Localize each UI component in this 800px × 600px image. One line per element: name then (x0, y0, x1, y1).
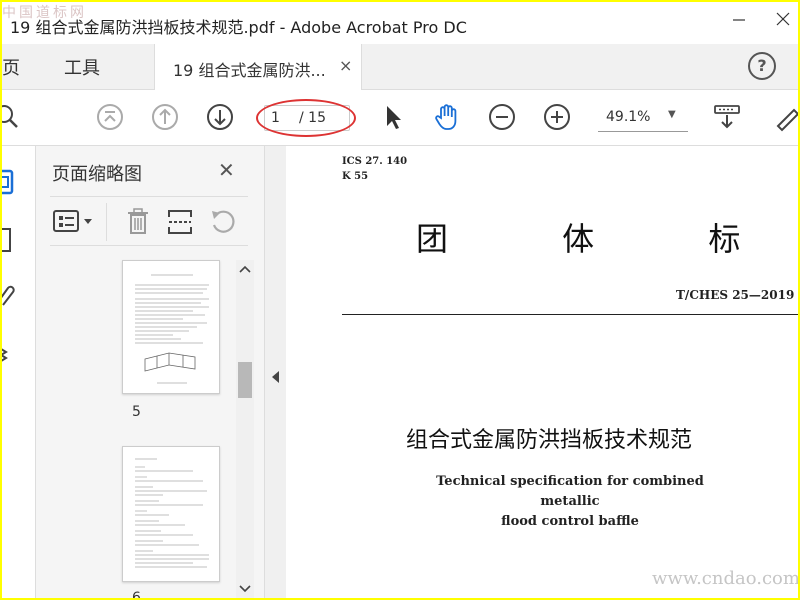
panel-scrollbar[interactable] (236, 260, 254, 598)
scroll-up-icon[interactable] (239, 264, 251, 274)
scroll-down-icon[interactable] (239, 584, 251, 594)
doc-k-code: K 55 (342, 171, 369, 182)
thumbnails-icon[interactable] (2, 168, 16, 196)
page-thumbnail-5[interactable] (122, 260, 220, 394)
bookmark-icon[interactable] (2, 226, 16, 254)
thumbnail-label-6: 6 (132, 590, 141, 598)
doc-category: 团 体 标 准 (416, 220, 798, 258)
watermark-bottom: www.cndao.com (652, 568, 798, 589)
doc-standard-number: T/CHES 25—2019 (676, 288, 795, 302)
options-icon[interactable] (52, 209, 96, 235)
page-up-icon[interactable] (150, 102, 180, 132)
title-bar: 中国道标网 19 组合式金属防洪挡板技术规范.pdf - Adobe Acrob… (2, 2, 798, 44)
minimize-icon[interactable] (730, 10, 748, 28)
annotate-icon[interactable] (774, 102, 798, 132)
document-page: ICS 27. 140 K 55 团 体 标 准 T/CHES 25—2019 … (286, 146, 798, 598)
thumbnail-panel: 页面缩略图 ✕ 5 6 (36, 146, 264, 598)
panel-collapse-handle[interactable] (264, 146, 286, 598)
attachment-icon[interactable] (2, 280, 16, 308)
close-icon[interactable] (774, 10, 792, 28)
select-arrow-icon[interactable] (378, 102, 408, 132)
chevron-down-icon: ▼ (668, 109, 676, 120)
tab-bar: 主页 工具 19 组合式金属防洪... × ? (2, 44, 798, 90)
tab-document[interactable]: 19 组合式金属防洪... × (154, 44, 362, 90)
page-thumbnail-6[interactable] (122, 446, 220, 582)
page-down-icon[interactable] (205, 102, 235, 132)
doc-divider (342, 314, 798, 315)
doc-ics: ICS 27. 140 K 55 (342, 154, 407, 184)
zoom-select[interactable]: 49.1% ▼ (598, 104, 688, 132)
doc-ics-code: ICS 27. 140 (342, 156, 408, 167)
doc-title-en-line2: flood control baffle (501, 514, 639, 529)
tab-document-label: 19 组合式金属防洪... (173, 61, 326, 80)
layers-icon[interactable] (2, 340, 16, 368)
thumbnail-label-5: 5 (132, 404, 141, 420)
tab-close-icon[interactable]: × (339, 56, 352, 75)
panel-title: 页面缩略图 (52, 164, 142, 185)
doc-title-en-line1: Technical specification for combined met… (436, 474, 704, 509)
tab-tools[interactable]: 工具 (64, 54, 100, 80)
panel-close-icon[interactable]: ✕ (218, 158, 235, 182)
scroll-thumb[interactable] (238, 362, 252, 398)
doc-title-cn: 组合式金属防洪挡板技术规范 (406, 428, 693, 453)
prev-section-icon[interactable] (95, 102, 125, 132)
toolbar: 1 / 15 49.1% ▼ (2, 90, 798, 146)
left-rail (2, 146, 36, 598)
tab-home[interactable]: 主页 (2, 54, 20, 80)
annotation-ellipse (256, 99, 356, 137)
rotate-icon[interactable] (208, 207, 238, 237)
chevron-left-icon[interactable] (271, 370, 281, 384)
zoom-in-icon[interactable] (542, 102, 572, 132)
zoom-value: 49.1% (606, 109, 651, 125)
doc-title-en: Technical specification for combined met… (406, 472, 734, 532)
scroll-mode-icon[interactable] (712, 102, 742, 132)
insert-icon[interactable] (166, 207, 194, 237)
panel-toolbar (50, 196, 248, 246)
zoom-out-icon[interactable] (487, 102, 517, 132)
hand-icon[interactable] (432, 102, 462, 132)
delete-icon[interactable] (124, 207, 152, 237)
window-title: 19 组合式金属防洪挡板技术规范.pdf - Adobe Acrobat Pro… (10, 18, 467, 37)
search-icon[interactable] (2, 102, 24, 132)
app-window: 中国道标网 19 组合式金属防洪挡板技术规范.pdf - Adobe Acrob… (2, 2, 798, 598)
help-icon[interactable]: ? (748, 52, 776, 80)
